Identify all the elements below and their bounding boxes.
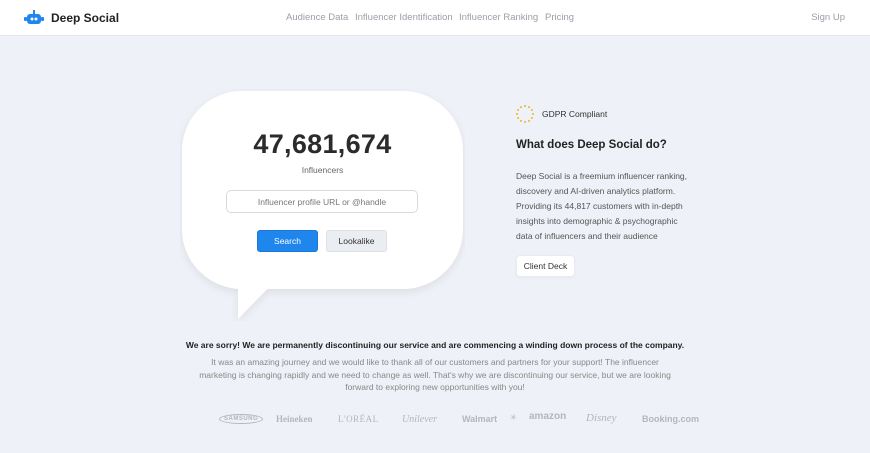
- search-bubble: 47,681,674 Influencers Search Lookalike: [180, 89, 465, 321]
- loreal-logo: L'ORÉAL: [338, 414, 379, 424]
- unilever-logo: Unilever: [402, 414, 437, 425]
- disney-logo: Disney: [586, 412, 617, 424]
- booking-logo: Booking.com: [642, 414, 700, 424]
- search-button[interactable]: Search: [257, 230, 318, 252]
- nav-influencer-identification[interactable]: Influencer Identification: [355, 12, 453, 23]
- nav-audience-data[interactable]: Audience Data: [286, 12, 348, 23]
- lookalike-button[interactable]: Lookalike: [326, 230, 387, 252]
- influencer-count: 47,681,674: [253, 129, 392, 159]
- section-title: What does Deep Social do?: [516, 139, 667, 151]
- brand-name[interactable]: Deep Social: [51, 11, 119, 25]
- gdpr-compliant-label: GDPR Compliant: [542, 109, 608, 119]
- influencer-search-input[interactable]: [226, 190, 418, 213]
- walmart-logo: Walmart: [462, 414, 498, 424]
- amazon-logo: amazon: [529, 411, 567, 422]
- influencer-count-label: Influencers: [301, 165, 344, 175]
- client-logos: SAMSUNG Heineken L'ORÉAL Unilever Walmar…: [0, 408, 870, 432]
- nav-pricing[interactable]: Pricing: [545, 12, 574, 23]
- samsung-logo: SAMSUNG: [219, 414, 264, 424]
- sign-up-link[interactable]: Sign Up: [811, 12, 845, 23]
- nav-influencer-ranking[interactable]: Influencer Ranking: [459, 12, 538, 23]
- section-description: Deep Social is a freemium influencer ran…: [516, 171, 688, 241]
- heineken-logo: Heineken: [276, 414, 313, 424]
- walmart-spark-icon: ✳: [510, 413, 517, 422]
- robot-logo-icon[interactable]: [24, 10, 44, 26]
- notice-body: It was an amazing journey and we would l…: [199, 357, 671, 392]
- client-deck-button[interactable]: Client Deck: [516, 255, 575, 277]
- notice-title: We are sorry! We are permanently discont…: [185, 340, 685, 350]
- eu-stars-icon: [516, 105, 534, 123]
- top-navbar: Deep Social Audience Data Influencer Ide…: [0, 0, 870, 36]
